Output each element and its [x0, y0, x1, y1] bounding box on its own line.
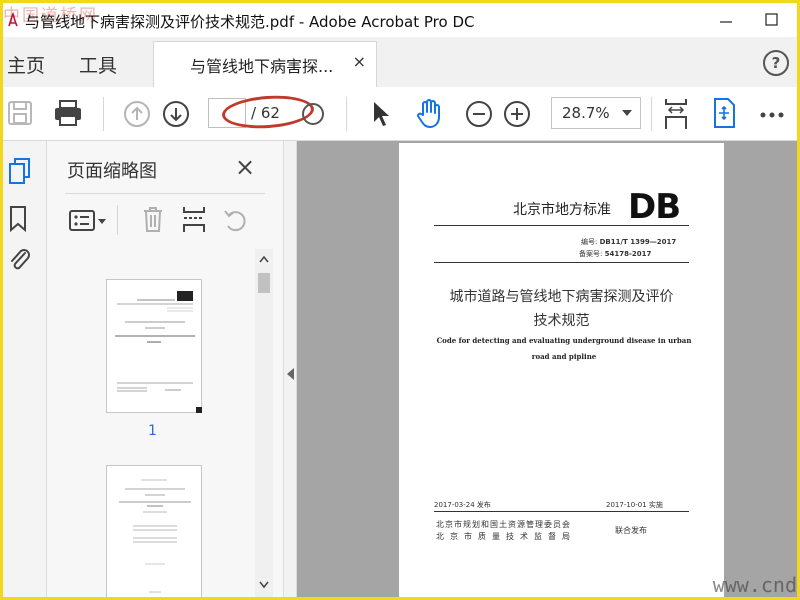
toolbar: / 62 28.7%: [3, 87, 797, 141]
hand-tool-icon[interactable]: [415, 97, 445, 129]
insert-page-icon[interactable]: [181, 205, 207, 233]
date-rule: [434, 511, 689, 512]
options-menu-icon[interactable]: [69, 209, 107, 233]
left-rail: [3, 141, 47, 597]
title-bar: 中国道桥网 与管线地下病害探测及评价技术规范.pdf - Adobe Acrob…: [3, 3, 797, 37]
tab-document[interactable]: 与管线地下病害探... ×: [153, 41, 377, 87]
page-thumbnails-icon[interactable]: [7, 157, 33, 187]
thumbnail-panel: 页面缩略图 × 1: [47, 141, 283, 597]
code-rule: [434, 262, 689, 263]
tab-bar: 主页 工具 与管线地下病害探... × ?: [3, 37, 797, 87]
panel-tool-separator: [117, 205, 118, 235]
panel-title: 页面缩略图: [67, 161, 157, 182]
thumbnail-preview: [119, 479, 191, 593]
minimize-button[interactable]: [711, 7, 741, 33]
panel-divider: [65, 193, 265, 194]
attachment-icon[interactable]: [7, 245, 33, 275]
thumbnail-list: 1: [47, 249, 255, 597]
zoom-value: 28.7%: [562, 104, 610, 122]
scroll-up-icon[interactable]: [259, 255, 269, 263]
issuer-line2: 北京市质量技术监督局: [436, 532, 576, 541]
app-window: 中国道桥网 与管线地下病害探测及评价技术规范.pdf - Adobe Acrob…: [0, 0, 800, 600]
page-thumbnail[interactable]: [106, 279, 202, 413]
page-thumbnail[interactable]: [106, 465, 202, 597]
toolbar-separator: [346, 97, 347, 131]
record-line: 备案号: 54178-2017: [579, 249, 651, 259]
acrobat-icon: [8, 12, 18, 27]
minimize-icon: [720, 21, 732, 23]
page-number-label: 1: [148, 423, 157, 439]
thumbnail-preview: [115, 291, 195, 392]
issuer-line1: 北京市规划和国土资源管理委员会: [436, 520, 571, 529]
panel-collapse-handle[interactable]: [283, 141, 297, 597]
scroll-down-icon[interactable]: [259, 581, 269, 589]
toolbar-separator: [651, 97, 652, 131]
code-line: 编号: DB11/T 1399—2017: [581, 237, 676, 247]
window-title: 与管线地下病害探测及评价技术规范.pdf - Adobe Acrobat Pro…: [25, 13, 475, 31]
record-label: 备案号:: [579, 250, 603, 258]
save-icon[interactable]: [7, 100, 33, 126]
implement-date: 2017-10-01 实施: [606, 501, 663, 509]
select-cursor-icon[interactable]: [371, 100, 391, 128]
tab-close-icon[interactable]: ×: [353, 52, 366, 71]
chevron-down-icon: [622, 110, 632, 116]
joint-release: 联合发布: [615, 526, 647, 535]
tab-document-label: 与管线地下病害探...: [190, 57, 334, 76]
code-value: DB11/T 1399—2017: [599, 238, 677, 246]
title-cn-line1: 城市道路与管线地下病害探测及评价: [449, 289, 674, 305]
record-value: 54178-2017: [604, 250, 652, 258]
zoom-in-icon[interactable]: [503, 100, 531, 128]
toolbar-separator: [103, 97, 104, 131]
tab-home[interactable]: 主页: [7, 51, 45, 78]
print-icon[interactable]: [53, 99, 83, 127]
maximize-icon: [765, 13, 778, 26]
previous-page-icon[interactable]: [123, 100, 151, 128]
page-fit-icon[interactable]: [299, 100, 327, 128]
help-icon[interactable]: ?: [763, 50, 789, 76]
title-cn-line2: 技术规范: [533, 313, 590, 329]
zoom-select[interactable]: 28.7%: [551, 97, 641, 129]
document-page: 北京市地方标准 DB 编号: DB11/T 1399—2017 备案号: 541…: [399, 143, 724, 597]
watermark-bottom: www.cnd: [712, 573, 797, 597]
db-logo: DB: [628, 187, 681, 227]
thumbnail-scrollbar[interactable]: [255, 249, 273, 597]
panel-close-icon[interactable]: ×: [235, 153, 255, 181]
standard-organization: 北京市地方标准: [513, 202, 611, 218]
scrollbar-thumb[interactable]: [258, 273, 270, 293]
collapse-arrow-icon: [287, 368, 294, 380]
header-rule: [434, 225, 689, 226]
bookmark-icon[interactable]: [7, 205, 29, 233]
publish-date: 2017-03-24 发布: [434, 501, 491, 509]
code-label: 编号:: [581, 238, 598, 246]
zoom-out-icon[interactable]: [465, 100, 493, 128]
delete-page-icon[interactable]: [141, 205, 165, 233]
title-en: Code for detecting and evaluating underg…: [436, 336, 692, 361]
document-viewport[interactable]: 北京市地方标准 DB 编号: DB11/T 1399—2017 备案号: 541…: [297, 141, 797, 597]
panel-toolbar: [65, 203, 265, 237]
next-page-icon[interactable]: [162, 100, 190, 128]
rotate-view-icon[interactable]: [711, 97, 737, 129]
scroll-mode-icon[interactable]: [663, 97, 689, 131]
rotate-page-icon[interactable]: [223, 207, 249, 233]
thumbnail-corner-marker: [196, 407, 202, 413]
maximize-button[interactable]: [757, 7, 787, 33]
more-icon[interactable]: [759, 111, 785, 119]
tab-tools[interactable]: 工具: [79, 51, 117, 78]
